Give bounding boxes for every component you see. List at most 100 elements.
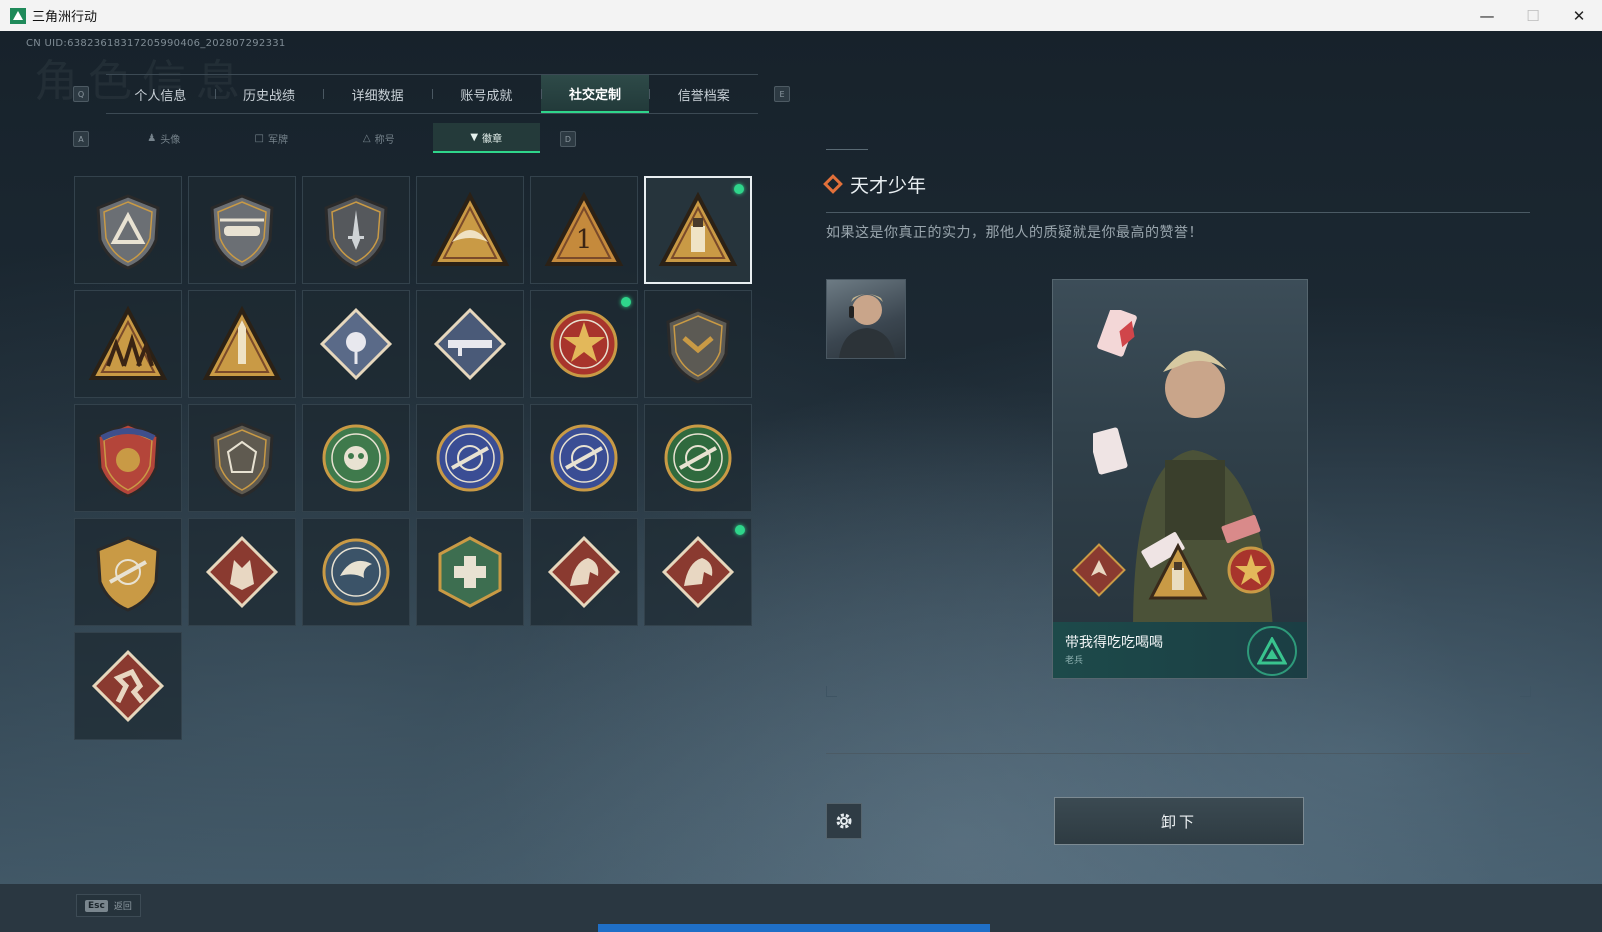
window-controls: — ☐ ✕ [1464,0,1602,31]
triangle-icon: △ [362,132,371,144]
main-tabs: 个人信息 历史战绩 详细数据 账号成就 社交定制 信誉档案 [106,74,758,114]
title-bar: 三角洲行动 — ☐ ✕ [0,0,1602,32]
tab-detailed-data[interactable]: 详细数据 [323,75,432,113]
badge-runner-icon [91,649,165,723]
card-footer: 带我得吃吃喝喝 老兵 [1053,622,1307,678]
badge-medic-icon [438,536,502,608]
subtab-dog-tag[interactable]: □ 军牌 [218,123,326,153]
progress-strip [598,924,990,932]
badge-wolf-icon [205,535,279,609]
badge-cell[interactable] [644,518,752,626]
esc-key-hint: Esc [85,899,108,912]
badge-number-one-icon: 1 [544,191,624,266]
badge-dagger-icon [324,194,388,270]
badge-cell[interactable] [530,404,638,512]
close-button[interactable]: ✕ [1556,0,1602,31]
key-hint-a[interactable]: A [73,131,89,147]
badge-cell[interactable] [416,518,524,626]
rank-emblem-icon [1247,626,1297,676]
card-badge-wolf-icon [1072,543,1126,597]
badge-star-medal-icon [550,310,618,378]
badge-cell[interactable] [188,176,296,284]
settings-button[interactable] [826,803,862,839]
emblem-icon: ▼ [470,131,479,143]
badge-blue-rifle-2-icon [550,424,618,492]
badge-gold-sniper-icon [96,536,160,612]
profile-card-preview: 带我得吃吃喝喝 老兵 [1052,279,1308,679]
badge-cell[interactable] [74,632,182,740]
frame-corner [1520,686,1531,697]
badge-hex-gem-icon [210,422,274,498]
tab-achievements[interactable]: 账号成就 [432,75,541,113]
badge-cell[interactable] [188,404,296,512]
subtab-avatar[interactable]: ♟ 头像 [110,123,218,153]
badge-cell[interactable] [302,176,410,284]
badge-cell[interactable] [530,290,638,398]
badge-cell[interactable] [74,290,182,398]
card-badge-usb-icon [1148,542,1208,600]
equipped-indicator [621,297,631,307]
subtab-badge[interactable]: ▼ 徽章 [432,123,540,153]
card-badge-star-icon [1227,546,1275,594]
maximize-button[interactable]: ☐ [1510,0,1556,31]
main-panel: 角色信息 CN UID:63823618317205990406_2028072… [0,31,1602,884]
badge-dark-shield-icon [666,308,730,384]
subtab-badge-label: 徽章 [482,133,503,145]
badge-blue-crest-icon [96,422,160,498]
badge-cell[interactable] [302,404,410,512]
badge-cell[interactable] [74,176,182,284]
badge-cell[interactable] [530,518,638,626]
sub-tabs: ♟ 头像 □ 军牌 △ 称号 ▼ 徽章 [110,123,540,153]
gear-icon [836,813,852,829]
badge-helicopter-icon [210,194,274,270]
tab-match-history[interactable]: 历史战绩 [214,75,324,113]
tab-social-customization[interactable]: 社交定制 [540,75,650,113]
subtab-dog-tag-label: 军牌 [267,134,288,146]
unequip-button[interactable]: 卸下 [1054,797,1304,845]
badge-cell[interactable] [416,290,524,398]
subtab-title[interactable]: △ 称号 [325,123,433,153]
key-hint-e[interactable]: E [774,86,790,102]
badge-green-rifle-icon [664,424,732,492]
equipped-indicator [735,525,745,535]
badge-green-mask-icon [322,424,390,492]
badge-dragon-2-icon [661,535,735,609]
svg-text:1: 1 [576,225,593,255]
badge-cell[interactable] [644,404,752,512]
action-divider [826,753,1530,754]
back-button[interactable]: Esc 返回 [76,894,141,917]
tab-personal-info[interactable]: 个人信息 [106,75,215,113]
badge-cell[interactable] [188,518,296,626]
badge-cell[interactable] [644,290,752,398]
key-hint-q[interactable]: Q [73,86,89,102]
badge-soldiers-icon [88,305,168,380]
operator-portrait[interactable] [826,279,906,359]
badge-blue-rifle-icon [436,424,504,492]
badge-gold-wing-icon [430,191,510,266]
tab-credit-record[interactable]: 信誉档案 [649,75,758,113]
player-uid: CN UID:63823618317205990406_202807292331 [26,38,286,49]
window-title: 三角洲行动 [32,10,98,25]
badge-description: 如果这是你真正的实力，那他人的质疑就是你最高的赞誉！ [826,225,1203,241]
badge-cell[interactable] [416,176,524,284]
badge-cell[interactable] [188,290,296,398]
badge-eagle-icon [322,538,390,606]
back-label: 返回 [113,902,132,912]
detail-divider [826,212,1530,213]
badge-launcher-icon [433,307,507,381]
key-hint-d[interactable]: D [560,131,576,147]
equipped-indicator [734,184,744,194]
badge-cell[interactable] [74,518,182,626]
badge-cell[interactable] [416,404,524,512]
badge-cell[interactable] [302,290,410,398]
badge-cell[interactable]: 1 [530,176,638,284]
minimize-button[interactable]: — [1464,0,1510,31]
tag-icon: □ [254,132,264,144]
portrait-figure-icon [839,294,895,358]
badge-rocket-icon [202,305,282,380]
badge-cell[interactable] [644,176,752,284]
badge-cell[interactable] [74,404,182,512]
card-player-rank: 老兵 [1065,656,1084,666]
app-logo-icon [10,7,26,24]
badge-cell[interactable] [302,518,410,626]
